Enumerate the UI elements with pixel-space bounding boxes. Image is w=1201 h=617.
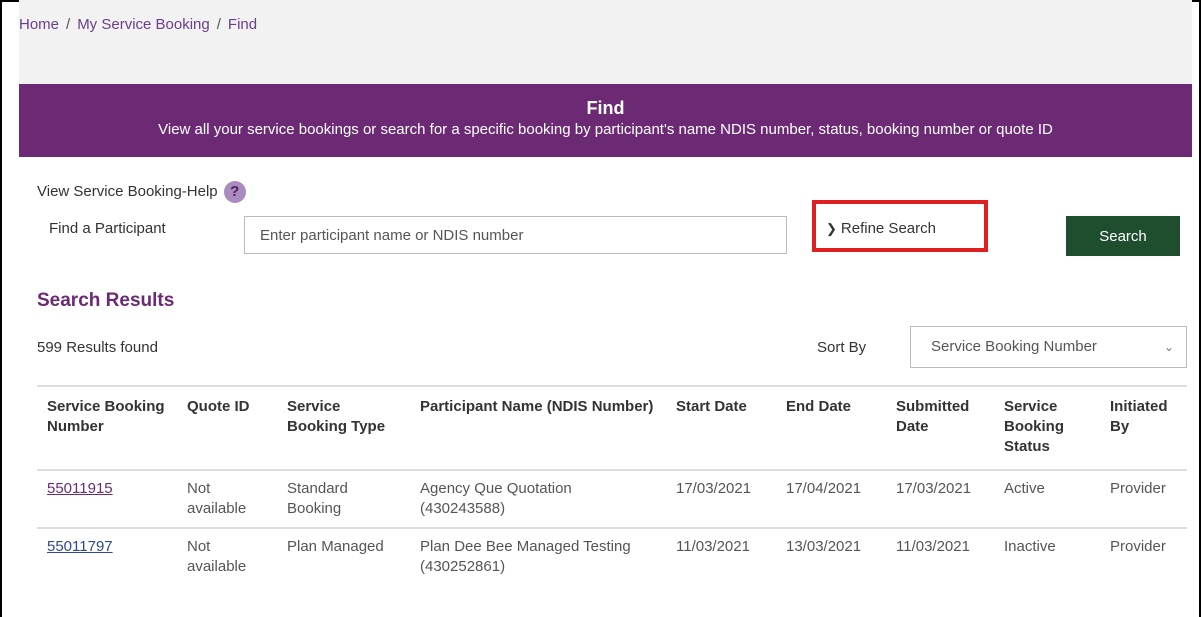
booking-number-link[interactable]: 55011915 <box>47 480 113 497</box>
column-header-booking-number[interactable]: Service Booking Number <box>37 387 177 470</box>
search-button[interactable]: Search <box>1066 216 1180 256</box>
column-header-submitted-date[interactable]: Submitted Date <box>886 387 994 470</box>
refine-search-label: Refine Search <box>840 220 936 237</box>
search-results-heading: Search Results <box>37 290 175 311</box>
column-header-participant[interactable]: Participant Name (NDIS Number) <box>410 387 666 470</box>
cell-status: Active <box>1004 480 1045 497</box>
breadcrumb-find: Find <box>227 16 258 33</box>
column-header-quote-id[interactable]: Quote ID <box>177 387 277 470</box>
cell-quote-id: Not available <box>187 538 247 575</box>
cell-submitted-date: 11/03/2021 <box>896 538 970 555</box>
find-participant-label: Find a Participant <box>49 220 166 237</box>
cell-initiated-by: Provider <box>1110 538 1166 555</box>
breadcrumb: Home / My Service Booking / Find <box>19 16 257 33</box>
cell-start-date: 11/03/2021 <box>676 538 750 555</box>
column-header-initiated-by[interactable]: Initiated By <box>1100 387 1187 470</box>
main-content: View Service Booking-Help? Find a Partic… <box>19 157 1192 617</box>
participant-search-input[interactable] <box>244 216 787 254</box>
breadcrumb-separator: / <box>66 16 71 33</box>
refine-search-toggle[interactable]: ❯ Refine Search <box>812 200 988 252</box>
chevron-down-icon: ❯ <box>826 221 837 236</box>
page-title: Find <box>586 98 625 118</box>
cell-end-date: 17/04/2021 <box>786 480 862 497</box>
table-header-row: Service Booking Number Quote ID Service … <box>37 387 1187 470</box>
page: Home / My Service Booking / Find Find View a… <box>19 0 1192 617</box>
table-row: 55011797 Not available Plan Managed Plan… <box>37 528 1187 585</box>
page-subtitle: View all your service bookings or search… <box>158 121 1053 138</box>
help-label[interactable]: View Service Booking-Help <box>37 183 218 200</box>
chevron-down-icon: ⌄ <box>1163 340 1174 354</box>
help-link[interactable]: View Service Booking-Help? <box>37 181 246 203</box>
cell-start-date: 17/03/2021 <box>676 480 752 497</box>
sort-by-label: Sort By <box>817 339 867 356</box>
column-header-start-date[interactable]: Start Date <box>666 387 776 470</box>
find-banner: Find View all your service bookings or s… <box>19 84 1192 157</box>
sort-by-value: Service Booking Number <box>931 338 1097 355</box>
screenshot-frame-left <box>0 0 2 617</box>
column-header-booking-type[interactable]: Service Booking Type <box>277 387 410 470</box>
breadcrumb-my-service-booking[interactable]: My Service Booking <box>77 16 210 33</box>
cell-booking-type: Plan Managed <box>287 538 384 555</box>
cell-quote-id: Not available <box>187 480 247 517</box>
results-table: Service Booking Number Quote ID Service … <box>37 387 1187 585</box>
cell-initiated-by: Provider <box>1110 480 1166 497</box>
column-header-status[interactable]: Service Booking Status <box>994 387 1100 470</box>
cell-status: Inactive <box>1004 538 1056 555</box>
breadcrumb-separator: / <box>216 16 221 33</box>
cell-submitted-date: 17/03/2021 <box>896 480 972 497</box>
breadcrumb-home[interactable]: Home <box>19 16 59 33</box>
cell-participant: Plan Dee Bee Managed Testing (430252861) <box>420 538 631 575</box>
cell-booking-number: 55011915 <box>37 470 177 528</box>
booking-number-link[interactable]: 55011797 <box>47 538 113 555</box>
cell-end-date: 13/03/2021 <box>786 538 862 555</box>
cell-booking-number: 55011797 <box>37 528 177 585</box>
column-header-end-date[interactable]: End Date <box>776 387 886 470</box>
table-row: 55011915 Not available Standard Booking … <box>37 470 1187 528</box>
cell-booking-type: Standard Booking <box>287 480 348 517</box>
refine-search-content[interactable]: ❯ Refine Search <box>826 220 936 237</box>
sort-by-select[interactable]: Service Booking Number ⌄ <box>910 326 1187 368</box>
question-mark-icon[interactable]: ? <box>223 181 246 203</box>
results-count: 599 Results found <box>37 339 158 356</box>
cell-participant: Agency Que Quotation (430243588) <box>420 480 572 517</box>
